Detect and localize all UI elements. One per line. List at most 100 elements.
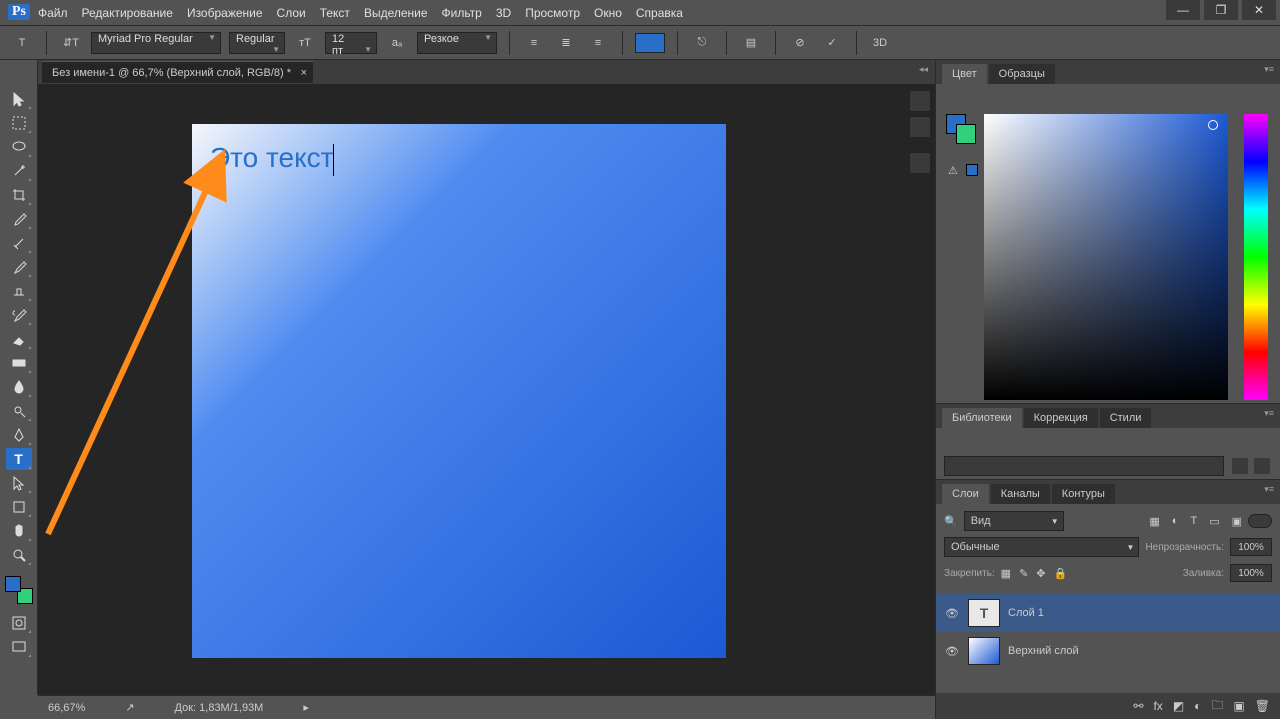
text-tool-preset-icon[interactable]: T bbox=[10, 31, 34, 55]
new-adjustment-icon[interactable]: ◐ bbox=[1194, 699, 1201, 713]
marquee-tool[interactable] bbox=[6, 112, 32, 134]
antialias-select[interactable]: Резкое bbox=[417, 32, 497, 54]
fill-value[interactable]: 100% bbox=[1230, 564, 1272, 582]
lib-list-icon[interactable] bbox=[1254, 458, 1270, 474]
hue-slider[interactable] bbox=[1244, 114, 1268, 400]
layer-name[interactable]: Слой 1 bbox=[1008, 607, 1044, 619]
layer-row[interactable]: 👁 T Слой 1 bbox=[936, 594, 1280, 632]
lock-all-icon[interactable]: 🔒 bbox=[1054, 567, 1068, 580]
filter-smart-icon[interactable]: ▣ bbox=[1232, 515, 1242, 528]
document-canvas[interactable]: Это текст bbox=[192, 124, 726, 658]
share-icon[interactable]: ↗ bbox=[125, 701, 134, 714]
font-size-select[interactable]: 12 пт bbox=[325, 32, 377, 54]
docinfo-chevron-icon[interactable]: ▸ bbox=[303, 701, 309, 714]
color-panel-swatches[interactable] bbox=[946, 114, 976, 144]
color-field[interactable] bbox=[984, 114, 1228, 400]
color-panel-menu-icon[interactable]: ▾≡ bbox=[1264, 64, 1274, 75]
healing-brush-tool[interactable] bbox=[6, 232, 32, 254]
filter-pixel-icon[interactable]: ▦ bbox=[1149, 515, 1159, 528]
warp-text-icon[interactable]: ⎋ bbox=[690, 31, 714, 55]
align-left-icon[interactable]: ≡ bbox=[522, 31, 546, 55]
blur-tool[interactable] bbox=[6, 376, 32, 398]
document-tab[interactable]: Без имени-1 @ 66,7% (Верхний слой, RGB/8… bbox=[42, 61, 313, 83]
delete-layer-icon[interactable]: 🗑 bbox=[1255, 699, 1270, 713]
filter-icon[interactable]: 🔍 bbox=[944, 515, 958, 528]
layer-thumb-text[interactable]: T bbox=[968, 599, 1000, 627]
visibility-toggle[interactable]: 👁 bbox=[944, 607, 960, 620]
commit-icon[interactable]: ✓ bbox=[820, 31, 844, 55]
lock-position-icon[interactable]: ✥ bbox=[1036, 567, 1045, 580]
three-d-button[interactable]: 3D bbox=[869, 31, 891, 55]
menu-window[interactable]: Окно bbox=[594, 6, 622, 20]
lasso-tool[interactable] bbox=[6, 136, 32, 158]
close-button[interactable]: ✕ bbox=[1242, 0, 1276, 20]
warning-icon[interactable]: ⚠ bbox=[948, 164, 958, 177]
zoom-tool[interactable] bbox=[6, 544, 32, 566]
visibility-toggle[interactable]: 👁 bbox=[944, 645, 960, 658]
screen-mode-icon[interactable] bbox=[6, 636, 32, 658]
zoom-level[interactable]: 66,67% bbox=[48, 702, 85, 714]
menu-file[interactable]: Файл bbox=[38, 6, 68, 20]
tab-swatches[interactable]: Образцы bbox=[989, 64, 1055, 84]
path-selection-tool[interactable] bbox=[6, 472, 32, 494]
menu-3d[interactable]: 3D bbox=[496, 6, 511, 20]
filter-text-icon[interactable]: T bbox=[1190, 515, 1197, 528]
tab-libraries[interactable]: Библиотеки bbox=[942, 408, 1022, 428]
canvas-text-layer[interactable]: Это текст bbox=[210, 142, 334, 176]
menu-image[interactable]: Изображение bbox=[187, 6, 263, 20]
add-mask-icon[interactable]: ◩ bbox=[1173, 699, 1184, 713]
text-tool[interactable]: T bbox=[6, 448, 32, 470]
history-brush-tool[interactable] bbox=[6, 304, 32, 326]
layer-fx-icon[interactable]: fx bbox=[1153, 699, 1162, 713]
color-panel-bg[interactable] bbox=[956, 124, 976, 144]
tab-paths[interactable]: Контуры bbox=[1052, 484, 1115, 504]
brush-tool[interactable] bbox=[6, 256, 32, 278]
font-style-select[interactable]: Regular bbox=[229, 32, 285, 54]
new-layer-icon[interactable]: ▣ bbox=[1233, 699, 1244, 713]
lock-transparent-icon[interactable]: ▦ bbox=[1001, 567, 1011, 580]
text-color-swatch[interactable] bbox=[635, 33, 665, 53]
libraries-panel-menu-icon[interactable]: ▾≡ bbox=[1264, 408, 1274, 419]
character-panel-shortcut-icon[interactable] bbox=[909, 152, 931, 174]
docinfo[interactable]: Док: 1,83M/1,93M bbox=[175, 702, 264, 714]
history-panel-icon[interactable] bbox=[909, 90, 931, 112]
menu-layers[interactable]: Слои bbox=[277, 6, 306, 20]
layer-name[interactable]: Верхний слой bbox=[1008, 645, 1079, 657]
link-layers-icon[interactable]: ⚯ bbox=[1133, 699, 1143, 713]
clone-stamp-tool[interactable] bbox=[6, 280, 32, 302]
color-picker-ring[interactable] bbox=[1208, 120, 1218, 130]
text-orientation-icon[interactable]: ⇵T bbox=[59, 31, 83, 55]
layer-thumb-gradient[interactable] bbox=[968, 637, 1000, 665]
close-tab-icon[interactable]: × bbox=[301, 67, 307, 79]
eraser-tool[interactable] bbox=[6, 328, 32, 350]
magic-wand-tool[interactable] bbox=[6, 160, 32, 182]
layer-filter-kind[interactable]: Вид bbox=[964, 511, 1064, 531]
properties-panel-icon[interactable] bbox=[909, 116, 931, 138]
menu-view[interactable]: Просмотр bbox=[525, 6, 580, 20]
opacity-value[interactable]: 100% bbox=[1230, 538, 1272, 556]
align-center-icon[interactable]: ≣ bbox=[554, 31, 578, 55]
warning-swatch[interactable] bbox=[966, 164, 978, 176]
menu-help[interactable]: Справка bbox=[636, 6, 683, 20]
hand-tool[interactable] bbox=[6, 520, 32, 542]
tab-layers[interactable]: Слои bbox=[942, 484, 989, 504]
cancel-icon[interactable]: ⊘ bbox=[788, 31, 812, 55]
quick-mask-icon[interactable] bbox=[6, 612, 32, 634]
menu-select[interactable]: Выделение bbox=[364, 6, 428, 20]
library-select[interactable] bbox=[944, 456, 1224, 476]
character-panel-icon[interactable]: ▤ bbox=[739, 31, 763, 55]
new-group-icon[interactable]: 🗀 bbox=[1211, 696, 1223, 717]
gradient-tool[interactable] bbox=[6, 352, 32, 374]
canvas-area[interactable]: Это текст bbox=[38, 84, 935, 695]
minimize-button[interactable]: — bbox=[1166, 0, 1200, 20]
filter-adjust-icon[interactable]: ◐ bbox=[1172, 515, 1179, 528]
filter-shape-icon[interactable]: ▭ bbox=[1209, 515, 1219, 528]
color-swatches[interactable] bbox=[5, 576, 33, 604]
eyedropper-tool[interactable] bbox=[6, 208, 32, 230]
blend-mode-select[interactable]: Обычные bbox=[944, 537, 1139, 557]
pen-tool[interactable] bbox=[6, 424, 32, 446]
align-right-icon[interactable]: ≡ bbox=[586, 31, 610, 55]
tab-color[interactable]: Цвет bbox=[942, 64, 987, 84]
lock-pixel-icon[interactable]: ✎ bbox=[1019, 567, 1028, 580]
panel-strip-collapse-icon[interactable]: ◂◂ bbox=[919, 64, 928, 75]
